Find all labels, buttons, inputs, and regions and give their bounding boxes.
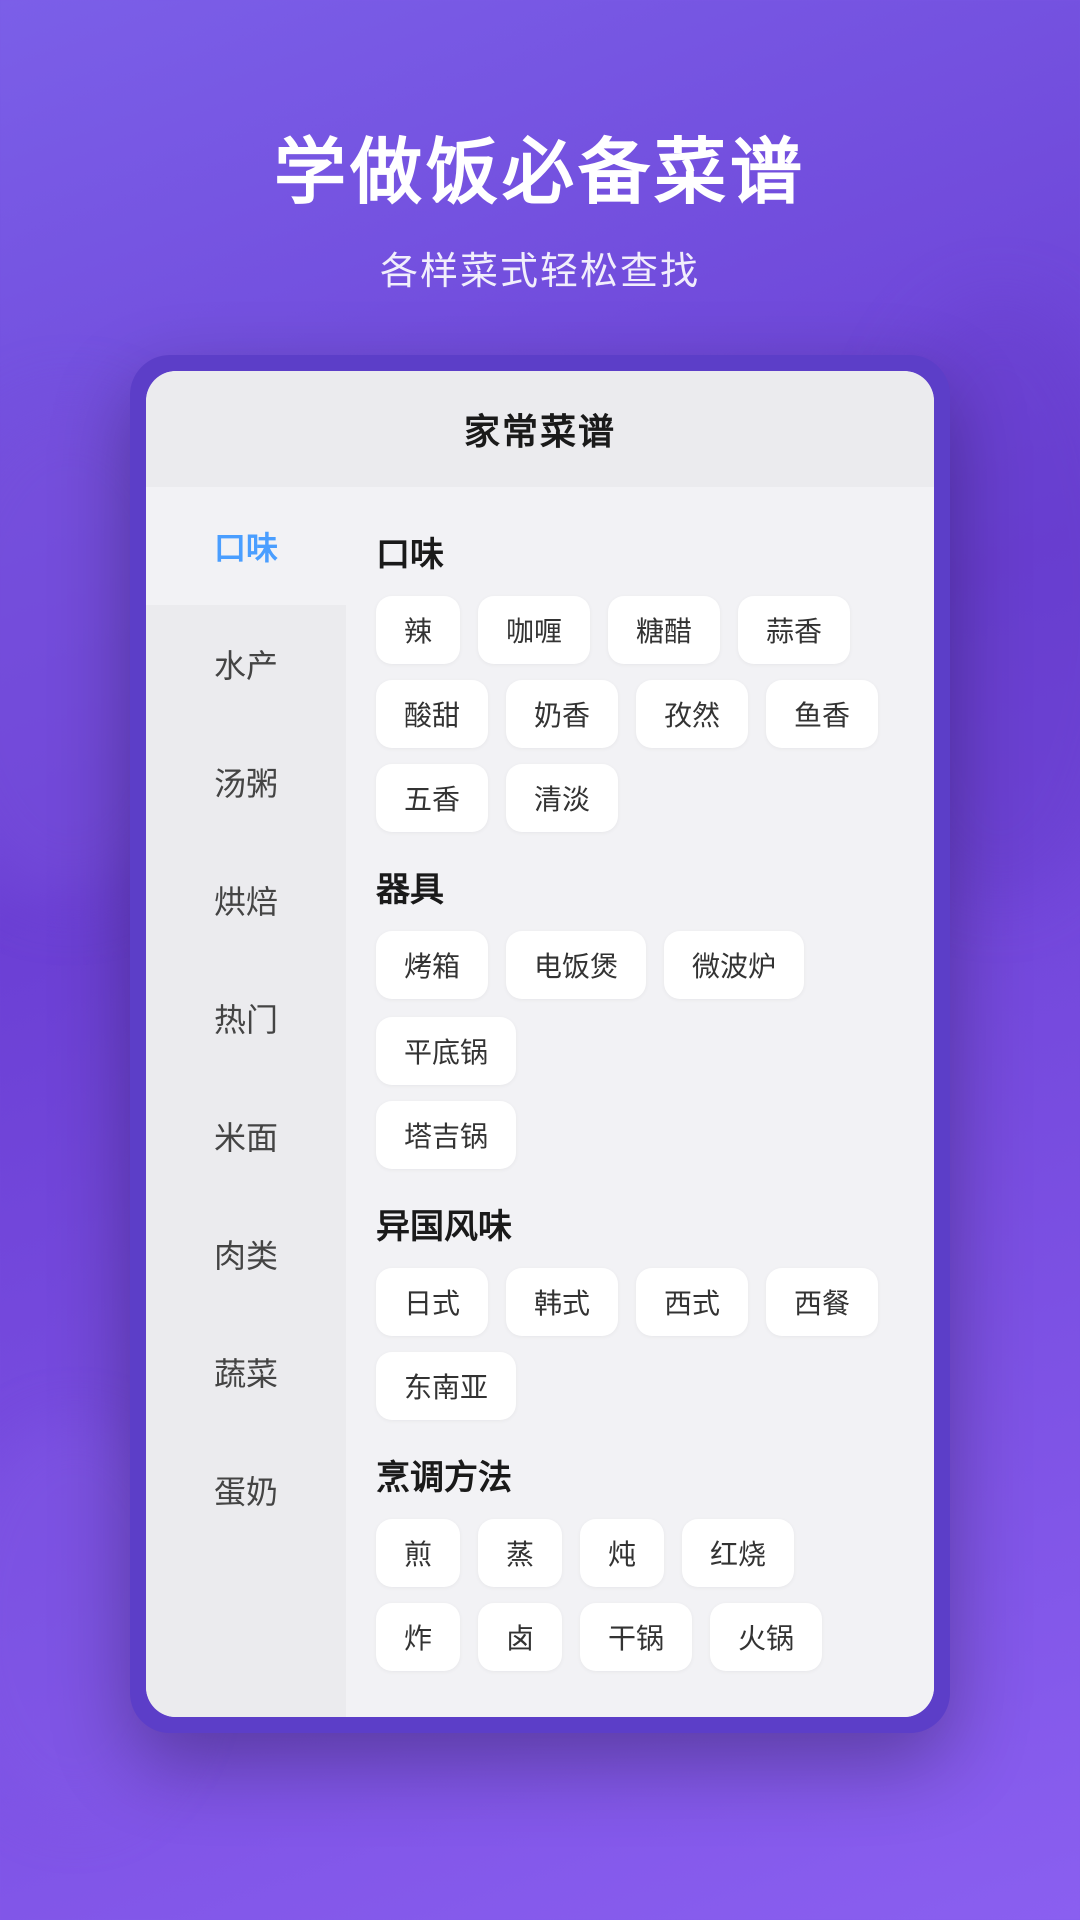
page-header: 学做饭必备菜谱 各样菜式轻松查找 bbox=[274, 0, 806, 355]
tag-kafei[interactable]: 咖喱 bbox=[478, 596, 590, 664]
main-subtitle: 各样菜式轻松查找 bbox=[274, 240, 806, 295]
section-pengtiao: 烹调方法 煎 蒸 炖 红烧 炸 卤 干锅 火锅 bbox=[376, 1450, 904, 1671]
content-area: 口味 辣 咖喱 糖醋 蒜香 酸甜 奶香 孜然 鱼香 五香 bbox=[346, 487, 934, 1717]
tag-ganguo[interactable]: 干锅 bbox=[580, 1603, 692, 1671]
tags-row-pengtiao-2: 炸 卤 干锅 火锅 bbox=[376, 1603, 904, 1671]
tags-row-yiguo-2: 东南亚 bbox=[376, 1352, 904, 1420]
recipe-card: 家常菜谱 口味 水产 汤粥 烘焙 热门 米面 肉类 蔬菜 蛋奶 口味 bbox=[146, 371, 934, 1717]
tags-row-kouwei-3: 五香 清淡 bbox=[376, 764, 904, 832]
card-body: 口味 水产 汤粥 烘焙 热门 米面 肉类 蔬菜 蛋奶 口味 辣 咖喱 糖醋 bbox=[146, 487, 934, 1717]
tag-xishi[interactable]: 西式 bbox=[636, 1268, 748, 1336]
sidebar-item-hongbei[interactable]: 烘焙 bbox=[146, 841, 346, 959]
tag-la[interactable]: 辣 bbox=[376, 596, 460, 664]
tag-kaoxiang[interactable]: 烤箱 bbox=[376, 931, 488, 999]
tag-rishi[interactable]: 日式 bbox=[376, 1268, 488, 1336]
tags-row-qiju-1: 烤箱 电饭煲 微波炉 平底锅 bbox=[376, 931, 904, 1085]
section-title-pengtiao: 烹调方法 bbox=[376, 1450, 904, 1499]
sidebar-item-dannu[interactable]: 蛋奶 bbox=[146, 1431, 346, 1549]
sidebar-item-shucai[interactable]: 蔬菜 bbox=[146, 1313, 346, 1431]
tag-yuxiang[interactable]: 鱼香 bbox=[766, 680, 878, 748]
tag-xican[interactable]: 西餐 bbox=[766, 1268, 878, 1336]
category-sidebar: 口味 水产 汤粥 烘焙 热门 米面 肉类 蔬菜 蛋奶 bbox=[146, 487, 346, 1717]
section-yiguo: 异国风味 日式 韩式 西式 西餐 东南亚 bbox=[376, 1199, 904, 1420]
tag-hanshi[interactable]: 韩式 bbox=[506, 1268, 618, 1336]
tags-row-qiju-2: 塔吉锅 bbox=[376, 1101, 904, 1169]
tags-row-pengtiao-1: 煎 蒸 炖 红烧 bbox=[376, 1519, 904, 1587]
tags-row-kouwei-1: 辣 咖喱 糖醋 蒜香 bbox=[376, 596, 904, 664]
tags-row-yiguo-1: 日式 韩式 西式 西餐 bbox=[376, 1268, 904, 1336]
tag-naixiang[interactable]: 奶香 bbox=[506, 680, 618, 748]
tag-ziran[interactable]: 孜然 bbox=[636, 680, 748, 748]
section-kouwei: 口味 辣 咖喱 糖醋 蒜香 酸甜 奶香 孜然 鱼香 五香 bbox=[376, 527, 904, 832]
card-wrapper: 家常菜谱 口味 水产 汤粥 烘焙 热门 米面 肉类 蔬菜 蛋奶 口味 bbox=[130, 355, 950, 1733]
tag-huoguo[interactable]: 火锅 bbox=[710, 1603, 822, 1671]
tag-zha[interactable]: 炸 bbox=[376, 1603, 460, 1671]
sidebar-item-mimian[interactable]: 米面 bbox=[146, 1077, 346, 1195]
tag-hongshao[interactable]: 红烧 bbox=[682, 1519, 794, 1587]
tag-dongnanya[interactable]: 东南亚 bbox=[376, 1352, 516, 1420]
card-title: 家常菜谱 bbox=[464, 411, 616, 452]
tags-row-kouwei-2: 酸甜 奶香 孜然 鱼香 bbox=[376, 680, 904, 748]
sidebar-item-remen[interactable]: 热门 bbox=[146, 959, 346, 1077]
section-title-kouwei: 口味 bbox=[376, 527, 904, 576]
sidebar-item-shuichan[interactable]: 水产 bbox=[146, 605, 346, 723]
section-title-qiju: 器具 bbox=[376, 862, 904, 911]
tag-pingdiguo[interactable]: 平底锅 bbox=[376, 1017, 516, 1085]
tag-dianchaoguo[interactable]: 电饭煲 bbox=[506, 931, 646, 999]
section-title-yiguo: 异国风味 bbox=[376, 1199, 904, 1248]
sidebar-item-roulei[interactable]: 肉类 bbox=[146, 1195, 346, 1313]
section-qiju: 器具 烤箱 电饭煲 微波炉 平底锅 塔吉锅 bbox=[376, 862, 904, 1169]
tag-suanxiang[interactable]: 蒜香 bbox=[738, 596, 850, 664]
sidebar-item-tangzhou[interactable]: 汤粥 bbox=[146, 723, 346, 841]
tag-lu[interactable]: 卤 bbox=[478, 1603, 562, 1671]
tag-qingdan[interactable]: 清淡 bbox=[506, 764, 618, 832]
tag-weibolu[interactable]: 微波炉 bbox=[664, 931, 804, 999]
tag-jian[interactable]: 煎 bbox=[376, 1519, 460, 1587]
sidebar-item-kouwei[interactable]: 口味 bbox=[146, 487, 346, 605]
tag-tajiguo[interactable]: 塔吉锅 bbox=[376, 1101, 516, 1169]
tag-tangcu[interactable]: 糖醋 bbox=[608, 596, 720, 664]
tag-zheng[interactable]: 蒸 bbox=[478, 1519, 562, 1587]
card-header: 家常菜谱 bbox=[146, 371, 934, 487]
main-title: 学做饭必备菜谱 bbox=[274, 130, 806, 216]
tag-suantian[interactable]: 酸甜 bbox=[376, 680, 488, 748]
tag-dun[interactable]: 炖 bbox=[580, 1519, 664, 1587]
tag-wuxiang[interactable]: 五香 bbox=[376, 764, 488, 832]
